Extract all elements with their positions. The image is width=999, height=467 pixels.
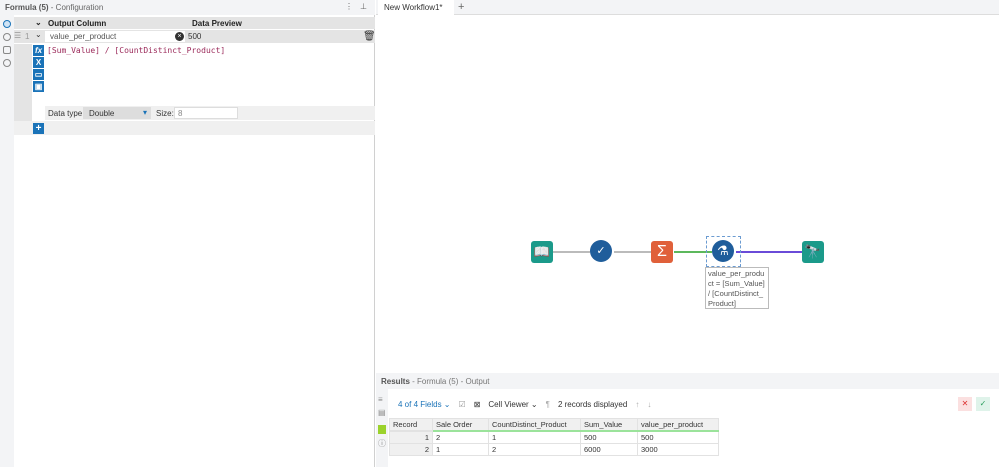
tag-icon[interactable] xyxy=(3,46,11,54)
datatype-row: Data type: Double ▾ Size: 8 xyxy=(45,106,375,120)
input-data-tool-icon[interactable]: 📖 xyxy=(531,241,553,263)
cell[interactable]: 2 xyxy=(432,430,489,444)
summarize-tool-icon[interactable]: Σ xyxy=(651,241,673,263)
data-preview-value: 500 xyxy=(188,32,202,41)
table-row[interactable]: 1 2 1 500 500 xyxy=(389,430,719,444)
row-number: 1 xyxy=(25,32,30,41)
arrow-down-icon[interactable]: ↓ xyxy=(647,400,651,409)
output-column-header: Output Column xyxy=(48,19,107,28)
connection xyxy=(736,251,802,253)
table-header-row: Record Sale Order CountDistinct_Product … xyxy=(389,418,719,432)
cell[interactable]: 3000 xyxy=(637,443,719,456)
add-formula-button[interactable]: + xyxy=(33,123,44,134)
select-tool-icon[interactable]: ✓ xyxy=(590,240,612,262)
save-icon[interactable]: ▣ xyxy=(33,81,44,92)
variable-icon[interactable]: X xyxy=(33,57,44,68)
fields-dropdown[interactable]: 4 of 4 Fields ⌄ xyxy=(398,400,451,409)
help-icon[interactable]: ⓘ xyxy=(378,438,386,449)
results-toolbar: 4 of 4 Fields ⌄ ☑ ⊠ Cell Viewer ⌄ ¶ 2 re… xyxy=(388,394,999,414)
data-icon[interactable] xyxy=(378,425,386,434)
tab-workflow[interactable]: New Workflow1* xyxy=(378,0,454,15)
filter-icon[interactable]: ⊠ xyxy=(474,400,481,409)
settings-icon[interactable] xyxy=(3,20,11,28)
edit-icon[interactable]: ☑ xyxy=(459,400,466,409)
table-row[interactable]: 2 1 2 6000 3000 xyxy=(389,443,719,456)
pin-icon[interactable]: ⊥ xyxy=(360,2,367,11)
expression-editor[interactable]: [Sum_Value] / [CountDistinct_Product] xyxy=(45,44,375,106)
more-icon[interactable]: ⋮ xyxy=(345,2,353,11)
help-icon[interactable] xyxy=(3,59,11,67)
clear-icon[interactable]: × xyxy=(175,32,184,41)
config-rail xyxy=(0,15,14,467)
datatype-value: Double xyxy=(89,109,115,118)
records-count: 2 records displayed xyxy=(557,399,628,409)
column-header[interactable]: value_per_product xyxy=(637,418,719,432)
formula-tool-icon[interactable]: ⚗ xyxy=(712,240,734,262)
results-title: Results xyxy=(381,377,410,386)
check-icon[interactable]: ✓ xyxy=(976,397,990,411)
cell-viewer-label: Cell Viewer xyxy=(488,399,529,409)
connection xyxy=(553,251,590,253)
results-header: Results - Formula (5) - Output xyxy=(376,373,999,389)
configuration-panel: Formula (5) - Configuration ⋮ ⊥ ⌄ Output… xyxy=(0,0,376,467)
open-icon[interactable]: ▭ xyxy=(33,69,44,80)
add-tab-button[interactable]: + xyxy=(458,1,464,13)
results-rail: ≡ ▤ ⓘ xyxy=(376,389,388,467)
size-input[interactable]: 8 xyxy=(174,107,238,119)
close-icon[interactable]: ✕ xyxy=(958,397,972,411)
browse-tool-icon[interactable]: 🔭 xyxy=(802,241,824,263)
chevron-down-icon[interactable]: ⌄ xyxy=(35,18,42,27)
cell-viewer-dropdown[interactable]: Cell Viewer ⌄ xyxy=(488,400,537,409)
column-header[interactable]: Record xyxy=(389,418,433,432)
tool-annotation: value_per_product = [Sum_Value] / [Count… xyxy=(705,267,769,309)
cell[interactable]: 500 xyxy=(637,430,719,444)
column-header[interactable]: Sale Order xyxy=(432,418,489,432)
arrow-up-icon[interactable]: ↑ xyxy=(635,400,639,409)
view-icon[interactable] xyxy=(3,33,11,41)
cell[interactable]: 1 xyxy=(389,430,433,444)
results-table: Record Sale Order CountDistinct_Product … xyxy=(389,418,719,456)
column-header[interactable]: CountDistinct_Product xyxy=(488,418,581,432)
results-subtitle: - Formula (5) - Output xyxy=(412,377,490,386)
config-header: Formula (5) - Configuration ⋮ ⊥ xyxy=(0,0,375,15)
dropdown-icon: ▾ xyxy=(142,108,147,117)
tab-bar xyxy=(376,0,999,15)
config-subtitle: - Configuration xyxy=(50,3,104,12)
output-column-input[interactable]: value_per_product xyxy=(45,31,185,42)
datatype-select[interactable]: Double ▾ xyxy=(83,107,151,119)
size-label: Size: xyxy=(156,109,174,118)
list-icon[interactable]: ≡ xyxy=(378,395,383,404)
canvas[interactable] xyxy=(376,16,999,372)
table-icon[interactable]: ▤ xyxy=(378,408,386,417)
datatype-label: Data type: xyxy=(48,109,85,118)
add-row xyxy=(14,121,375,135)
cell[interactable]: 500 xyxy=(580,430,638,444)
column-header[interactable]: Sum_Value xyxy=(580,418,638,432)
collapse-icon[interactable]: ⌄ xyxy=(35,30,42,39)
connection xyxy=(614,251,651,253)
pilcrow-icon[interactable]: ¶ xyxy=(546,400,550,409)
cell[interactable]: 6000 xyxy=(580,443,638,456)
cell[interactable]: 1 xyxy=(432,443,489,456)
cell[interactable]: 2 xyxy=(488,443,581,456)
cell[interactable]: 1 xyxy=(488,430,581,444)
drag-handle-icon[interactable]: ☰ xyxy=(14,31,21,40)
grid-header: ⌄ Output Column Data Preview xyxy=(14,17,375,29)
cell[interactable]: 2 xyxy=(389,443,433,456)
function-icon[interactable]: fx xyxy=(33,45,44,56)
trash-icon[interactable]: 🗑 xyxy=(363,31,376,42)
config-title: Formula (5) xyxy=(5,3,49,12)
data-preview-header: Data Preview xyxy=(192,19,242,28)
fields-label: 4 of 4 Fields xyxy=(398,399,442,409)
